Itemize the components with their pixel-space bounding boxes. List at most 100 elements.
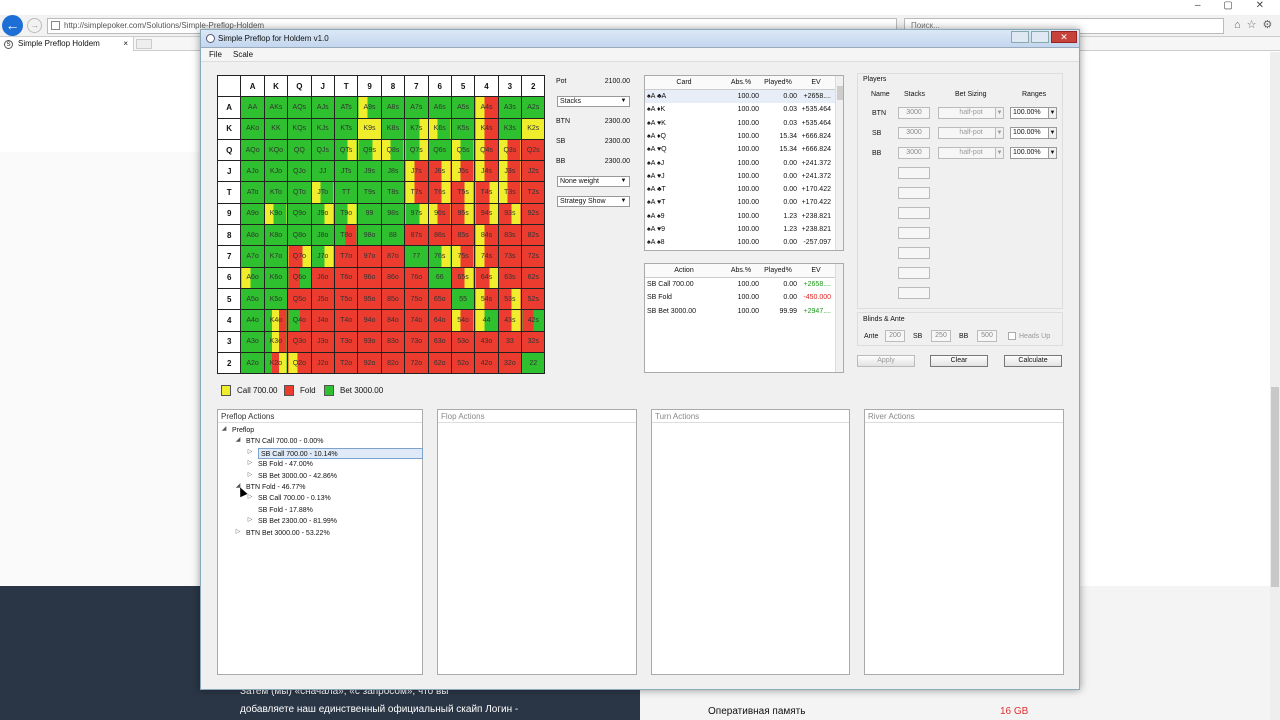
range-select[interactable]: 100.00% ▼ [1010,127,1057,139]
hand-cell[interactable]: T7s [404,181,429,204]
hand-cell[interactable]: J2s [521,160,546,183]
hand-cell[interactable]: Q3s [497,138,523,162]
hand-cell[interactable]: JTs [333,160,359,183]
hand-cell[interactable]: Q7o [287,245,312,268]
tree-expander-icon[interactable]: ◢ [221,425,227,432]
cards-scrollbar[interactable] [835,76,843,250]
hand-cell[interactable]: 52s [521,287,546,311]
hand-cell[interactable]: 55 [450,287,476,311]
hand-cell[interactable]: 83o [380,330,406,353]
hand-cell[interactable]: J9s [357,160,382,183]
hand-cell[interactable]: KJo [263,160,289,183]
hand-cell[interactable]: 93s [497,202,523,226]
hand-cell[interactable]: J4o [310,309,335,332]
hand-cell[interactable]: 97s [404,202,429,226]
hand-cell[interactable]: AQs [287,96,312,119]
card-row[interactable]: ♠A ♦Q 100.00 15.34 +666.824 [645,130,836,143]
heads-up-checkbox[interactable] [1008,332,1016,340]
hand-cell[interactable]: T5s [450,181,476,204]
hand-cell[interactable]: 84o [380,309,406,332]
hand-cell[interactable]: T6o [333,266,359,289]
hand-cell[interactable]: QJs [310,138,335,162]
hand-cell[interactable]: 86s [427,224,452,247]
bet-sizing-select[interactable]: half-pot ▼ [938,127,1004,139]
hand-cell[interactable]: 73o [404,330,429,353]
hand-cell[interactable]: J8o [310,224,335,247]
tree-node[interactable]: SB Bet 2300.00 - 81.99% [258,516,337,527]
range-select[interactable]: 100.00% ▼ [1010,147,1057,159]
hand-cell[interactable]: QTs [333,138,359,162]
card-row[interactable]: ♠A ♥Q 100.00 15.34 +666.824 [645,143,836,156]
hand-cell[interactable]: KTs [333,117,359,140]
hand-cell[interactable]: 65s [450,266,476,289]
hand-cell[interactable]: 94o [357,309,382,332]
hand-cell[interactable]: 53s [497,287,523,311]
hand-cell[interactable]: K3o [263,330,289,353]
cards-table[interactable]: Card Abs.% Played% EV ♠A ♣A 100.00 0.00 +26… [644,75,844,251]
hand-cell[interactable]: J5o [310,287,335,311]
hand-cell[interactable]: T4o [333,309,359,332]
tab-simple-preflop[interactable]: S Simple Preflop Holdem × [0,37,134,51]
hand-cell[interactable]: A8o [240,224,265,247]
hand-cell[interactable]: ATs [333,96,359,119]
hand-cell[interactable]: A9s [357,96,382,119]
hand-cell[interactable]: KJs [310,117,335,140]
hand-cell[interactable]: 98o [357,224,382,247]
hand-cell[interactable]: T2o [333,351,359,375]
hand-cell[interactable]: 87s [404,224,429,247]
hand-cell[interactable]: K6o [263,266,289,289]
hand-cell[interactable]: K4s [474,117,499,140]
hand-cell[interactable]: AA [240,96,265,119]
hand-cell[interactable]: 63s [497,266,523,289]
sb-blind-input[interactable]: 250 [931,330,951,342]
hand-cell[interactable]: T4s [474,181,499,204]
hand-cell[interactable]: T2s [521,181,546,204]
card-row[interactable]: ♠A ♥9 100.00 1.23 +238.821 [645,223,836,236]
tree-expander-icon[interactable]: ▷ [247,448,253,455]
browser-toolbar-icons[interactable]: ⌂☆⚙ [1234,18,1278,31]
hand-cell[interactable]: 82s [521,224,546,247]
col-played[interactable]: Played% [759,76,797,90]
hand-cell[interactable]: 94s [474,202,499,226]
hand-cell[interactable]: T6s [427,181,452,204]
hand-cell[interactable]: 73s [497,245,523,268]
hand-cell[interactable]: AKs [263,96,289,119]
hand-cell[interactable]: AQo [240,138,265,162]
hand-cell[interactable]: T8s [380,181,406,204]
hand-cell[interactable]: T3s [497,181,523,204]
cards-scrollbar-thumb[interactable] [837,86,843,100]
hand-cell[interactable]: J8s [380,160,406,183]
tab-close-icon[interactable]: × [123,37,128,51]
hand-cell[interactable]: Q3o [287,330,312,353]
card-row[interactable]: ♠A ♥J 100.00 0.00 +241.372 [645,170,836,183]
clear-button[interactable]: Clear [930,355,988,367]
hand-cell[interactable]: 77 [404,245,429,268]
empty-stack-input[interactable] [898,267,930,279]
hand-cell[interactable]: J3o [310,330,335,353]
hand-cell[interactable]: A3o [240,330,265,353]
bb-blind-input[interactable]: 500 [977,330,997,342]
page-scrollbar-thumb[interactable] [1271,387,1279,587]
hand-cell[interactable]: 83s [497,224,523,247]
hand-cell[interactable]: 76o [404,266,429,289]
hand-cell[interactable]: QTo [287,181,312,204]
hand-cell[interactable]: AJo [240,160,265,183]
hand-cell[interactable]: 74s [474,245,499,268]
ante-input[interactable]: 200 [885,330,905,342]
hand-cell[interactable]: 54s [474,287,499,311]
tree-node[interactable]: SB Call 700.00 - 10.14% [258,447,423,459]
hand-cell[interactable]: 82o [380,351,406,375]
hand-cell[interactable]: 43s [497,309,523,332]
hand-cell[interactable]: QJo [287,160,312,183]
hand-cell[interactable]: K3s [497,117,523,140]
hand-cell[interactable]: 87o [380,245,406,268]
col-ev[interactable]: EV [797,264,835,278]
hand-cell[interactable]: T9o [333,202,359,226]
col-card[interactable]: Card [645,76,723,90]
hand-cell[interactable]: K6s [427,117,452,140]
hand-cell[interactable]: Q9o [287,202,312,226]
hand-cell[interactable]: KTo [263,181,289,204]
window-controls[interactable]: ‒ ▢ ✕ [1195,0,1274,11]
hand-cell[interactable]: AJs [310,96,335,119]
tree-expander-icon[interactable]: ▷ [235,528,241,535]
